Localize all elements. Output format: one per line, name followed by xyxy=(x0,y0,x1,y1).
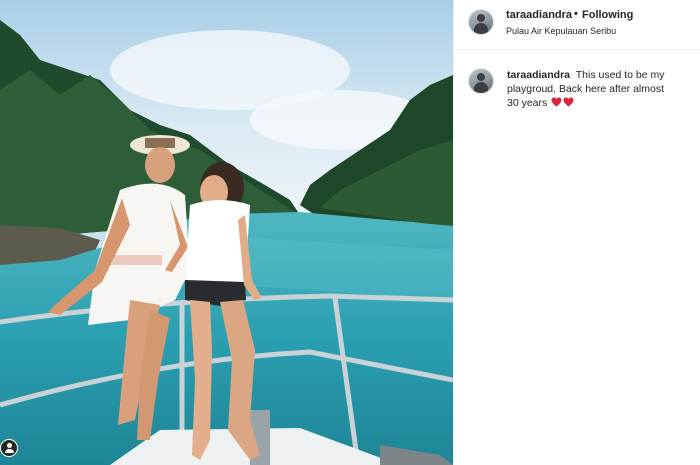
post-location[interactable]: Pulau Air Kepulauan Seribu xyxy=(506,26,616,36)
author-avatar[interactable] xyxy=(468,9,494,35)
caption-username[interactable]: taraadiandra xyxy=(507,69,570,81)
author-username[interactable]: taraadiandra xyxy=(506,9,572,21)
post-header: taraadiandra • Following Pulau Air Kepul… xyxy=(454,0,700,50)
red-heart-icon xyxy=(563,97,574,107)
post-photo[interactable] xyxy=(0,0,453,465)
following-button[interactable]: Following xyxy=(582,9,633,21)
red-heart-icon xyxy=(551,97,562,107)
user-tag-icon[interactable] xyxy=(0,439,18,457)
instagram-post: taraadiandra • Following Pulau Air Kepul… xyxy=(0,0,700,465)
post-side-panel: taraadiandra • Following Pulau Air Kepul… xyxy=(453,0,700,465)
header-separator: • xyxy=(574,8,578,20)
photo-illustration xyxy=(0,0,453,465)
caption-text-block: taraadiandra This used to be my playgrou… xyxy=(507,68,677,110)
caption-avatar[interactable] xyxy=(468,68,494,94)
